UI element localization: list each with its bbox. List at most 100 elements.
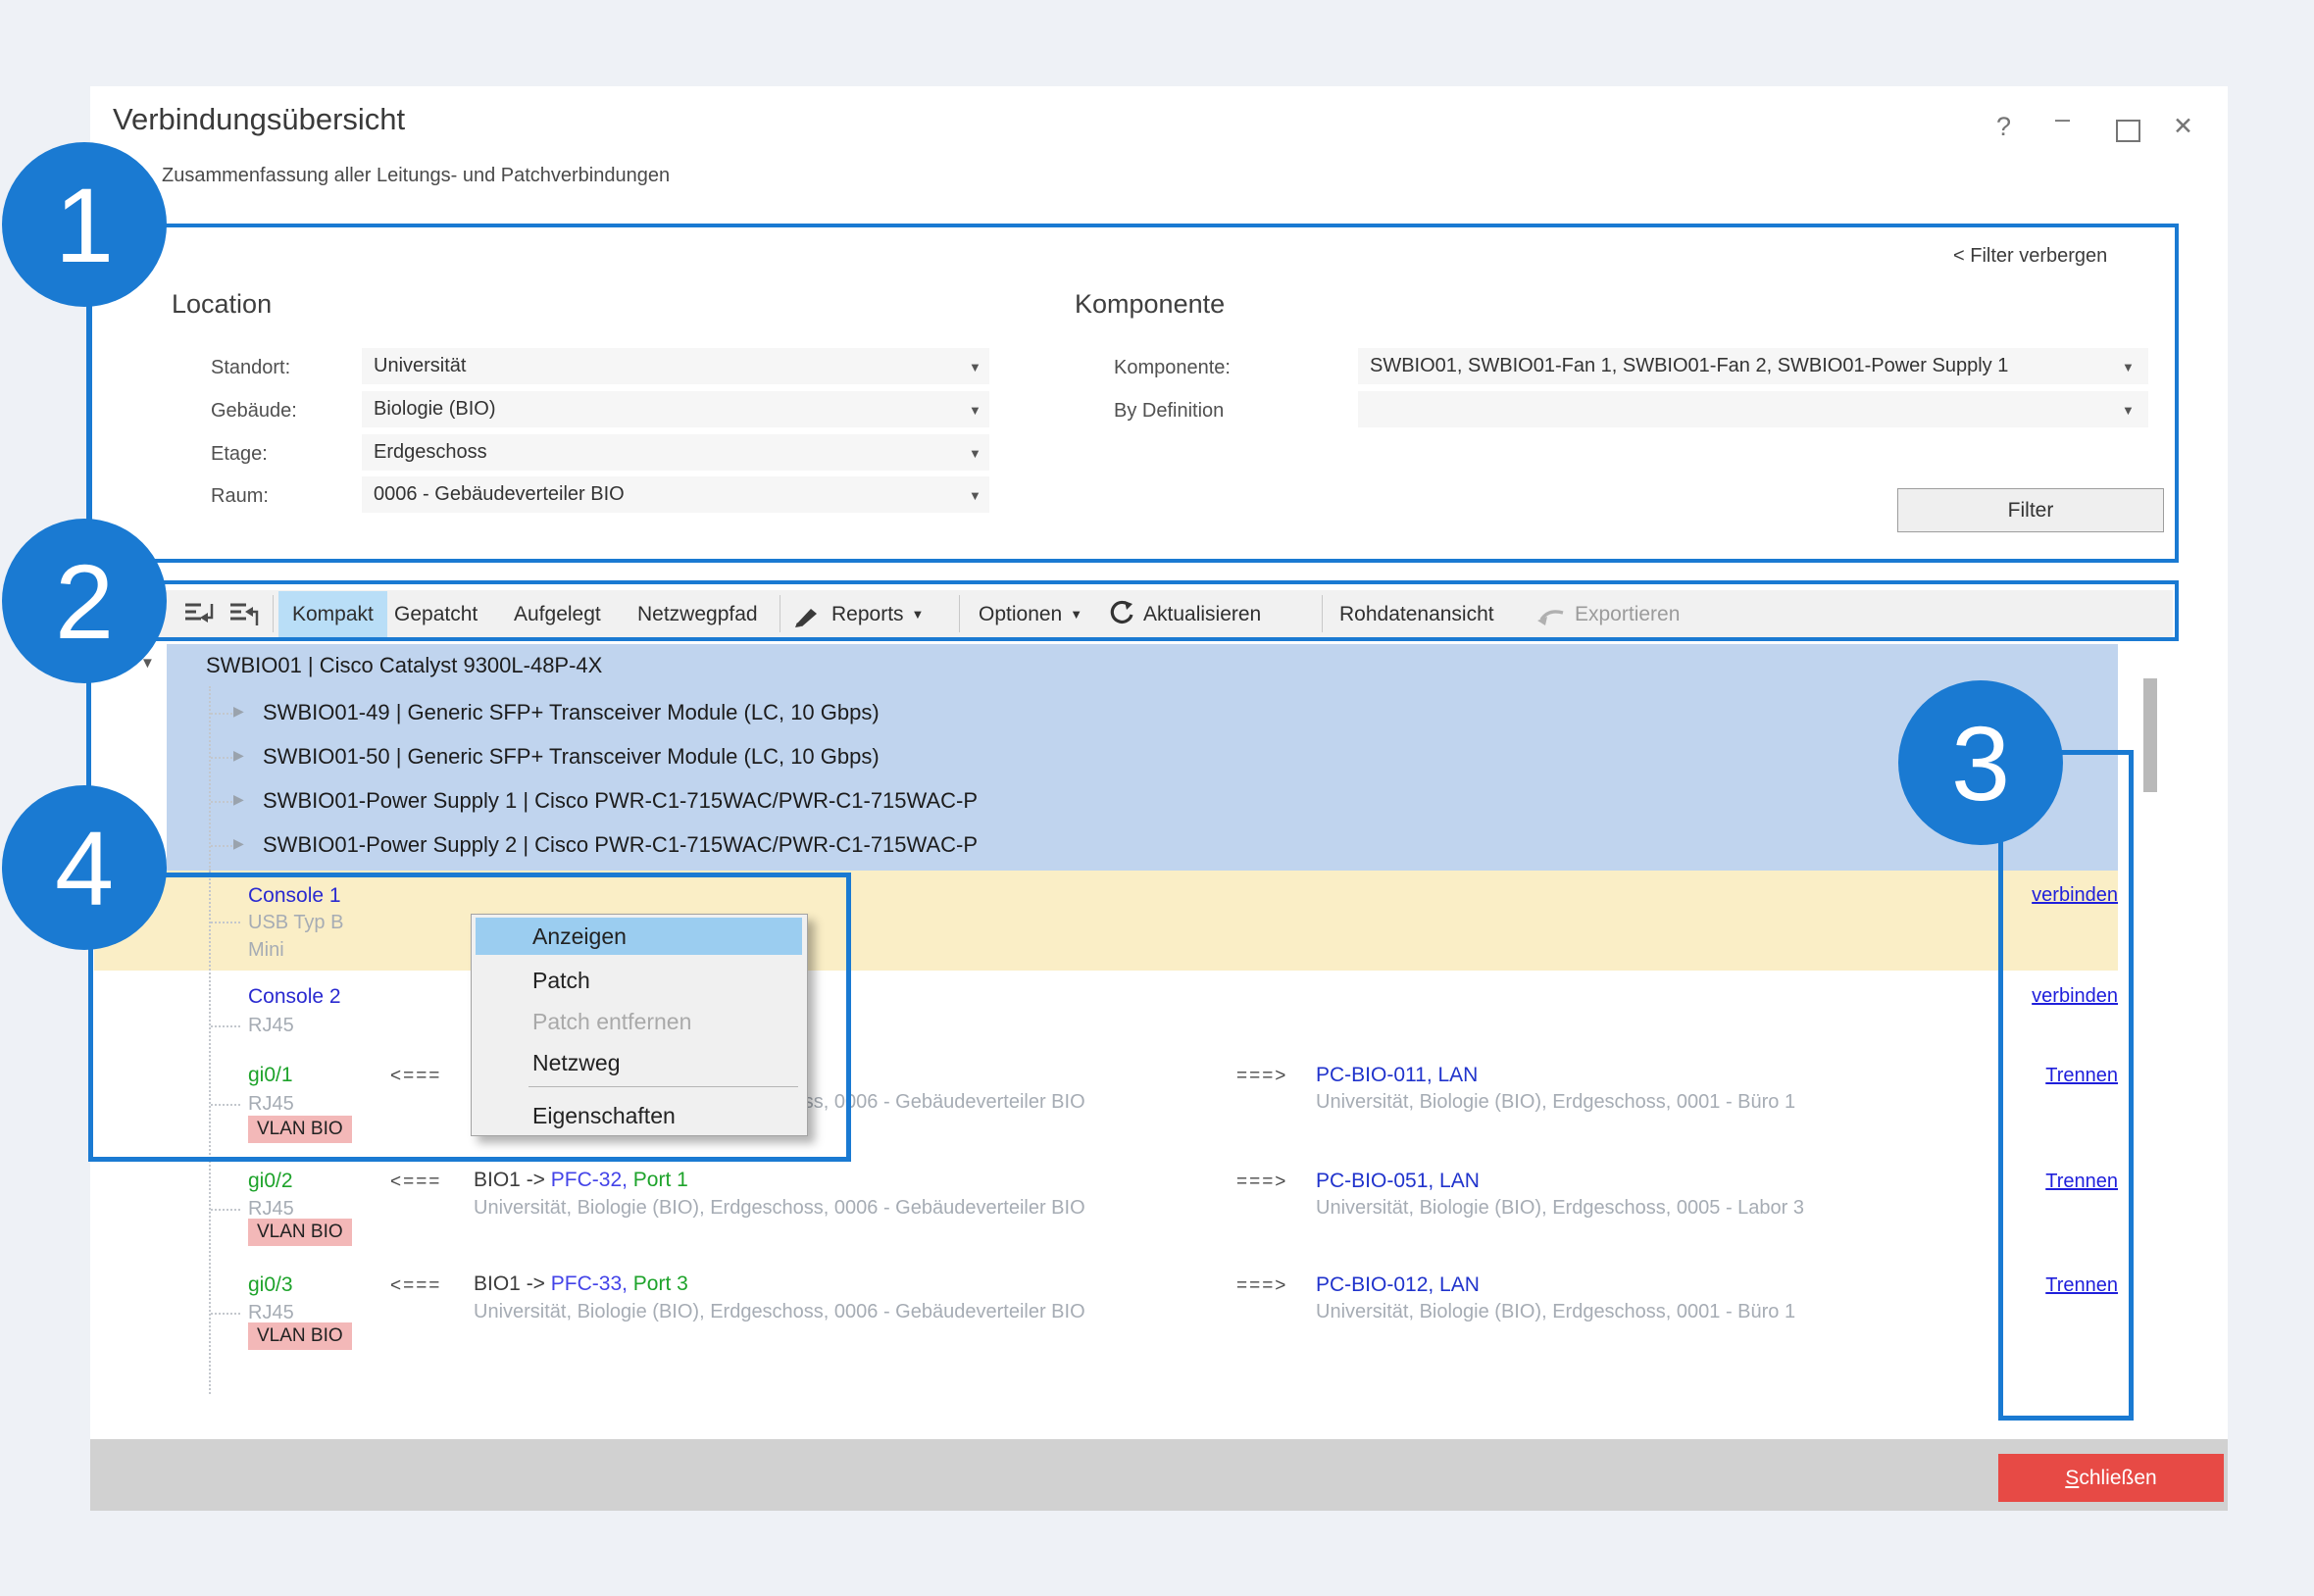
port-name[interactable]: gi0/3 — [248, 1273, 293, 1297]
connected-device-link[interactable]: PC-BIO-011, LAN — [1316, 1064, 1478, 1087]
page-subtitle: Zusammenfassung aller Leitungs- und Patc… — [162, 165, 671, 186]
tree-expander-closed-icon[interactable]: ▶ — [233, 703, 244, 720]
raum-value: 0006 - Gebäudeverteiler BIO — [374, 483, 625, 505]
trennen-link[interactable]: Trennen — [2045, 1171, 2118, 1193]
component-section-title: Komponente — [1075, 289, 1226, 319]
reports-label: Reports — [831, 603, 904, 625]
screenshot-stage: Verbindungsübersicht Zusammenfassung all… — [0, 0, 2314, 1596]
path-port: Port 3 — [627, 1272, 688, 1295]
toolbar-separator — [273, 595, 274, 632]
etage-value: Erdgeschoss — [374, 441, 487, 463]
minimize-icon[interactable]: – — [2055, 104, 2070, 134]
chevron-down-icon[interactable]: ▼ — [969, 403, 981, 418]
pencil-icon — [792, 603, 822, 628]
hide-filter-link[interactable]: < Filter verbergen — [1953, 245, 2107, 268]
connected-device-link[interactable]: PC-BIO-012, LAN — [1316, 1273, 1480, 1297]
menu-item-anzeigen[interactable]: Anzeigen — [532, 916, 627, 957]
chevron-down-icon[interactable]: ▼ — [969, 446, 981, 461]
menu-item-netzweg[interactable]: Netzweg — [532, 1042, 620, 1083]
etage-select[interactable]: Erdgeschoss — [362, 434, 989, 471]
callout-badge-3: 3 — [1898, 680, 2063, 845]
gebaeude-select[interactable]: Biologie (BIO) — [362, 391, 989, 427]
port-name[interactable]: gi0/1 — [248, 1064, 293, 1087]
gebaeude-label: Gebäude: — [211, 400, 297, 422]
port-name[interactable]: Console 1 — [248, 884, 341, 908]
port-connector-type: RJ45 — [248, 1015, 294, 1036]
filter-button[interactable]: Filter — [1897, 488, 2164, 532]
toolbar-separator — [959, 595, 960, 632]
aktualisieren-button[interactable]: Aktualisieren — [1143, 591, 1261, 637]
outgoing-arrow: ===> — [1236, 1066, 1288, 1086]
menu-item-highlight — [476, 918, 802, 955]
gebaeude-value: Biologie (BIO) — [374, 398, 496, 420]
port-name[interactable]: gi0/2 — [248, 1170, 293, 1193]
help-icon[interactable]: ? — [1996, 112, 2011, 142]
exportieren-button[interactable]: Exportieren — [1575, 591, 1680, 637]
port-connector-type: RJ45 — [248, 1302, 294, 1323]
close-icon[interactable]: ✕ — [2173, 112, 2193, 141]
standort-select[interactable]: Universität — [362, 348, 989, 384]
chevron-down-icon[interactable]: ▼ — [969, 360, 981, 374]
footer-bar — [90, 1439, 2228, 1511]
expand-all-icon[interactable] — [227, 600, 265, 629]
verbinden-link[interactable]: verbinden — [2032, 985, 2118, 1008]
raum-label: Raum: — [211, 485, 269, 507]
outgoing-arrow: ===> — [1236, 1275, 1288, 1296]
rohdatenansicht-button[interactable]: Rohdatenansicht — [1339, 591, 1494, 637]
menu-separator — [528, 1086, 798, 1087]
tab-netzwegpfad[interactable]: Netzwegpfad — [637, 591, 758, 637]
optionen-menu[interactable]: Optionen ▼ — [979, 591, 1082, 637]
tab-aufgelegt[interactable]: Aufgelegt — [514, 591, 601, 637]
by-definition-select[interactable] — [1358, 391, 2148, 427]
collapse-all-icon[interactable] — [182, 600, 220, 629]
location-section-title: Location — [172, 289, 273, 319]
tree-expander-closed-icon[interactable]: ▶ — [233, 747, 244, 764]
schliessen-button[interactable]: Schließen — [1998, 1454, 2224, 1502]
menu-item-eigenschaften[interactable]: Eigenschaften — [532, 1095, 676, 1136]
tree-guide-line — [209, 871, 211, 1394]
port-name[interactable]: Console 2 — [248, 985, 341, 1009]
trennen-link[interactable]: Trennen — [2045, 1274, 2118, 1297]
callout-badge-4: 4 — [2, 785, 167, 950]
chevron-down-icon[interactable]: ▼ — [2122, 403, 2135, 418]
incoming-location: Universität, Biologie (BIO), Erdgeschoss… — [474, 1301, 1085, 1322]
tree-node[interactable]: SWBIO01-49 | Generic SFP+ Transceiver Mo… — [263, 700, 880, 725]
tree-expander-closed-icon[interactable]: ▶ — [233, 791, 244, 808]
trennen-link[interactable]: Trennen — [2045, 1065, 2118, 1087]
vlan-badge: VLAN BIO — [248, 1219, 352, 1246]
tab-gepatcht[interactable]: Gepatcht — [394, 591, 478, 637]
by-definition-label: By Definition — [1114, 400, 1225, 422]
vertical-scrollbar[interactable] — [2143, 678, 2157, 792]
raum-select[interactable]: 0006 - Gebäudeverteiler BIO — [362, 476, 989, 513]
chevron-down-icon: ▼ — [911, 607, 925, 622]
context-menu: Anzeigen Patch Patch entfernen Netzweg E… — [471, 914, 808, 1136]
optionen-label: Optionen — [979, 603, 1063, 625]
vlan-badge: VLAN BIO — [248, 1322, 352, 1350]
menu-item-patch-entfernen[interactable]: Patch entfernen — [532, 1001, 691, 1042]
tree-guide-line — [211, 1209, 240, 1211]
menu-item-patch[interactable]: Patch — [532, 960, 590, 1001]
page-title: Verbindungsübersicht — [113, 102, 406, 136]
port-connector-type: Mini — [248, 939, 284, 961]
connected-device-link[interactable]: PC-BIO-051, LAN — [1316, 1170, 1480, 1193]
path-device-link[interactable]: PFC-33, — [551, 1272, 628, 1295]
tree-node[interactable]: SWBIO01-50 | Generic SFP+ Transceiver Mo… — [263, 744, 880, 770]
komponente-select[interactable]: SWBIO01, SWBIO01-Fan 1, SWBIO01-Fan 2, S… — [1358, 348, 2148, 384]
refresh-icon[interactable] — [1106, 599, 1137, 628]
verbinden-link[interactable]: verbinden — [2032, 884, 2118, 907]
chevron-down-icon[interactable]: ▼ — [969, 488, 981, 503]
incoming-arrow: <=== — [390, 1172, 442, 1192]
tree-expander-closed-icon[interactable]: ▶ — [233, 835, 244, 852]
chevron-down-icon[interactable]: ▼ — [2122, 360, 2135, 374]
tab-kompakt[interactable]: Kompakt — [278, 591, 387, 637]
path-prefix: BIO1 -> — [474, 1169, 551, 1191]
path-device-link[interactable]: PFC-32, — [551, 1169, 628, 1191]
tree-root-node[interactable]: SWBIO01 | Cisco Catalyst 9300L-48P-4X — [206, 653, 602, 678]
reports-menu[interactable]: Reports ▼ — [831, 591, 924, 637]
maximize-icon[interactable] — [2116, 120, 2140, 142]
port-connector-type: USB Typ B — [248, 912, 344, 933]
tree-node[interactable]: SWBIO01-Power Supply 1 | Cisco PWR-C1-71… — [263, 788, 978, 814]
outgoing-location: Universität, Biologie (BIO), Erdgeschoss… — [1316, 1197, 1805, 1219]
incoming-arrow: <=== — [390, 1275, 442, 1296]
tree-node[interactable]: SWBIO01-Power Supply 2 | Cisco PWR-C1-71… — [263, 832, 978, 858]
